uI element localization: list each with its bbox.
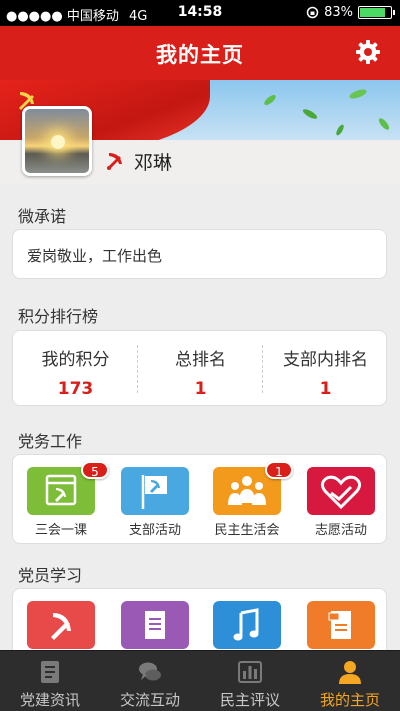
party-emblem-icon [51,613,71,640]
status-bar: ●●●●● 中国移动 4G 14:58 83% [0,0,400,26]
heart-hand-icon [320,475,362,510]
news-icon [41,661,59,683]
tab-label: 我的主页 [319,691,380,709]
my-score: 我的积分 173 [13,331,138,405]
tab-my-home[interactable]: 我的主页 [300,651,400,711]
tab-label: 党建资讯 [19,691,80,709]
battery-icon [358,6,395,19]
notification-badge: 1 [265,461,293,479]
leaves-decoration [264,89,390,136]
branch-rank-label: 支部内排名 [283,350,368,370]
total-rank-value: 1 [194,379,207,399]
volunteer-activity-tile[interactable]: 志愿活动 [295,455,387,545]
democratic-life-tile[interactable]: 1 民主生活会 [201,455,293,545]
chat-bubbles-icon [139,662,161,681]
music-note-icon [233,608,259,641]
pledge-text: 爱岗敬业，工作出色 [27,247,163,265]
party-emblem-icon [107,153,122,170]
tile-label: 民主生活会 [214,523,280,538]
tab-bar: 党建资讯 交流互动 民主评议 我的主页 [0,650,400,711]
ranking-card: 我的积分 173 总排名 1 支部内排名 1 [12,330,387,406]
flag-party-icon [141,475,167,509]
tab-label: 民主评议 [219,691,280,709]
document-icon [145,611,165,639]
three-meetings-tile[interactable]: 5 三会一课 [15,455,109,545]
gear-icon[interactable] [354,38,382,66]
user-icon [339,661,361,684]
pledge-section-title: 微承诺 [18,207,67,226]
my-score-value: 173 [57,379,94,399]
party-work-section-title: 党务工作 [18,432,83,451]
tile-label: 支部活动 [128,523,181,538]
tab-label: 交流互动 [119,691,180,709]
word-document-icon [328,611,351,639]
battery-percent: 83% [324,5,353,20]
tile-label: 志愿活动 [314,523,367,538]
notification-badge: 5 [81,461,109,479]
total-rank: 总排名 1 [138,331,263,405]
rotation-lock-icon [306,6,319,19]
tab-party-news[interactable]: 党建资讯 [0,651,100,711]
tab-exchange[interactable]: 交流互动 [100,651,200,711]
my-score-label: 我的积分 [41,350,110,370]
branch-rank: 支部内排名 1 [263,331,388,405]
tab-democratic-review[interactable]: 民主评议 [200,651,300,711]
member-study-section-title: 党员学习 [18,566,83,585]
ranking-section-title: 积分排行榜 [18,307,99,326]
bar-chart-icon [238,661,262,683]
total-rank-label: 总排名 [175,350,226,370]
branch-activity-tile[interactable]: 支部活动 [109,455,201,545]
nav-bar: 我的主页 [0,26,400,80]
tile-label: 三会一课 [34,523,87,538]
party-work-card: 5 三会一课 支部活动 1 民主生活会 志愿活动 [12,454,387,544]
pledge-card[interactable]: 爱岗敬业，工作出色 [12,229,387,279]
user-name: 邓琳 [134,152,173,174]
avatar[interactable] [22,106,92,176]
page-title: 我的主页 [156,43,244,67]
branch-rank-value: 1 [319,379,332,399]
